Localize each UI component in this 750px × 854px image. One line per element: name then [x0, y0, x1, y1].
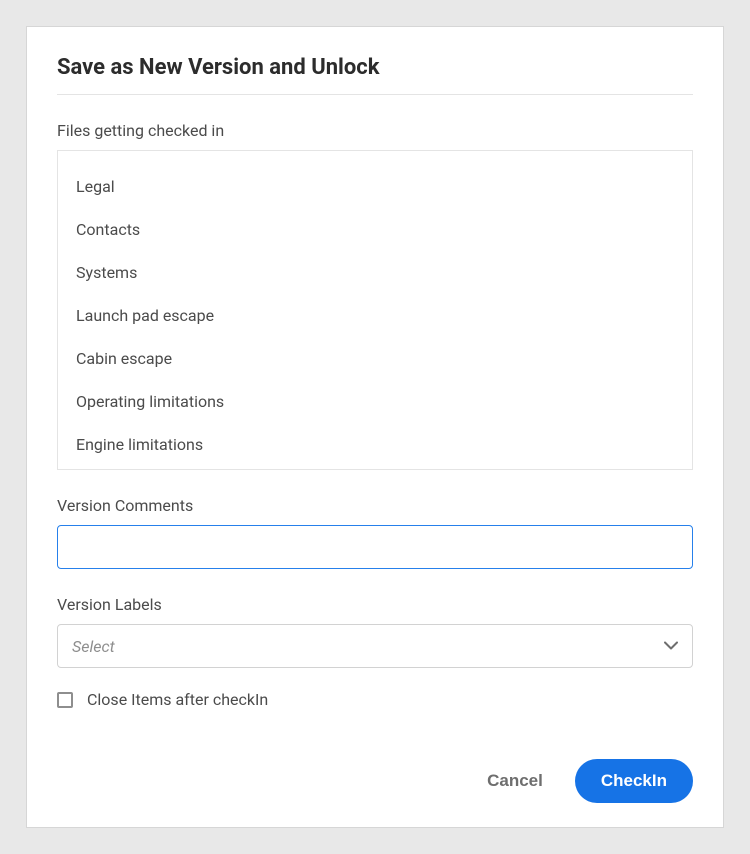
- version-labels-label: Version Labels: [57, 595, 693, 614]
- checkin-button[interactable]: CheckIn: [575, 759, 693, 803]
- cancel-button[interactable]: Cancel: [481, 761, 549, 801]
- list-item[interactable]: Operating limitations: [74, 380, 676, 423]
- dialog-title: Save as New Version and Unlock: [57, 55, 693, 94]
- close-items-label: Close Items after checkIn: [87, 690, 268, 709]
- files-label: Files getting checked in: [57, 121, 693, 140]
- button-row: Cancel CheckIn: [57, 759, 693, 803]
- list-item[interactable]: Engine limitations: [74, 423, 676, 466]
- list-item[interactable]: Launch pad escape: [74, 294, 676, 337]
- version-comments-input[interactable]: [57, 525, 693, 569]
- list-item[interactable]: Cabin escape: [74, 337, 676, 380]
- close-items-row: Close Items after checkIn: [57, 690, 693, 709]
- divider: [57, 94, 693, 95]
- save-version-dialog: Save as New Version and Unlock Files get…: [26, 26, 724, 828]
- version-comments-label: Version Comments: [57, 496, 693, 515]
- list-item[interactable]: Contacts: [74, 208, 676, 251]
- version-labels-select[interactable]: Select: [57, 624, 693, 668]
- list-item[interactable]: Legal: [74, 165, 676, 208]
- files-list[interactable]: Legal Contacts Systems Launch pad escape…: [57, 150, 693, 470]
- chevron-down-icon: [664, 642, 678, 651]
- select-placeholder: Select: [72, 637, 115, 656]
- close-items-checkbox[interactable]: [57, 692, 73, 708]
- list-item[interactable]: Systems: [74, 251, 676, 294]
